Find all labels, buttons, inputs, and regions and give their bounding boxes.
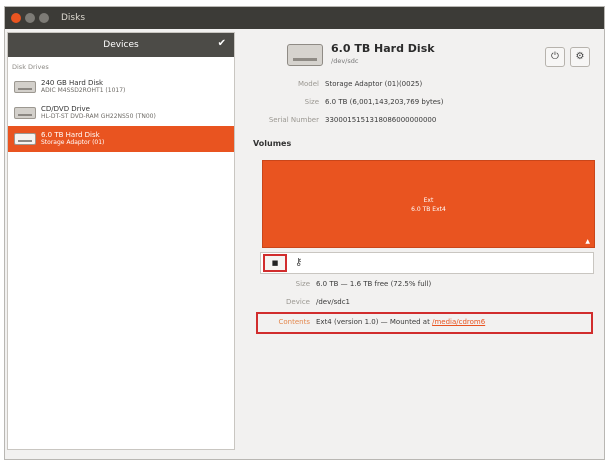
property-row-model: Model Storage Adaptor (01)(0025)	[251, 80, 422, 91]
property-label: Device	[286, 298, 310, 306]
devices-sidebar: Devices ✔ Disk Drives 240 GB Hard Disk A…	[7, 32, 235, 450]
property-value: 6.0 TB — 1.6 TB free (72.5% full)	[316, 280, 432, 288]
close-window-button[interactable]	[11, 13, 21, 23]
drive-name: 6.0 TB Hard Disk	[41, 131, 100, 139]
volume-partition-bar[interactable]: Ext 6.0 TB Ext4 ▲	[262, 160, 595, 248]
drive-model: Storage Adaptor (01)	[41, 139, 105, 146]
mounted-marker-icon: ▲	[585, 238, 590, 245]
disk-drives-section-label: Disk Drives	[12, 63, 49, 71]
drive-model: ADIC M4SSD2ROHT1 (1017)	[41, 87, 126, 94]
devices-header: Devices ✔	[8, 33, 234, 57]
disk-title: 6.0 TB Hard Disk	[331, 42, 435, 55]
hard-disk-icon	[14, 81, 36, 93]
optical-drive-icon	[14, 107, 36, 119]
property-value: 6.0 TB (6,001,143,203,769 bytes)	[325, 98, 444, 106]
sidebar-item-cd-dvd-drive[interactable]: CD/DVD Drive HL-DT-ST DVD-RAM GH22NS50 (…	[8, 100, 234, 126]
drive-options-button[interactable]: ⚙	[570, 47, 590, 67]
unmount-button[interactable]: ■	[263, 254, 287, 272]
disk-device-path: /dev/sdc	[331, 57, 359, 65]
property-row-serial: Serial Number 3300015151318086000000000	[251, 116, 437, 127]
hard-disk-icon	[14, 133, 36, 145]
volume-device-row: Device /dev/sdc1	[242, 298, 350, 309]
volumes-heading: Volumes	[253, 139, 292, 148]
title-bar: Disks	[5, 7, 604, 29]
contents-highlight-annotation	[256, 312, 593, 334]
key-icon[interactable]: ⚷	[295, 257, 302, 268]
property-label: Size	[304, 98, 319, 106]
checkmark-icon[interactable]: ✔	[218, 38, 226, 49]
gear-icon: ⚙	[575, 51, 585, 62]
property-label: Serial Number	[268, 116, 319, 124]
drive-model: HL-DT-ST DVD-RAM GH22NS50 (TN00)	[41, 113, 156, 120]
stop-icon: ■	[271, 259, 279, 267]
drive-name: 240 GB Hard Disk	[41, 79, 104, 87]
property-value: 3300015151318086000000000	[325, 116, 437, 124]
sidebar-item-240gb-hard-disk[interactable]: 240 GB Hard Disk ADIC M4SSD2ROHT1 (1017)	[8, 74, 234, 100]
volume-toolbar: ■ ⚷	[260, 252, 594, 274]
devices-header-label: Devices	[103, 40, 139, 50]
sidebar-item-6tb-hard-disk[interactable]: 6.0 TB Hard Disk Storage Adaptor (01)	[8, 126, 234, 152]
window-title: Disks	[61, 13, 86, 23]
minimize-window-button[interactable]	[25, 13, 35, 23]
property-row-size: Size 6.0 TB (6,001,143,203,769 bytes)	[251, 98, 444, 109]
property-value: /dev/sdc1	[316, 298, 351, 306]
power-icon: ⏻	[551, 51, 559, 62]
power-off-button[interactable]: ⏻	[545, 47, 565, 67]
property-value: Storage Adaptor (01)(0025)	[325, 80, 423, 88]
maximize-window-button[interactable]	[39, 13, 49, 23]
property-label: Size	[295, 280, 310, 288]
property-label: Model	[297, 80, 319, 88]
drive-name: CD/DVD Drive	[41, 105, 90, 113]
hard-disk-icon	[287, 44, 323, 66]
partition-size-label: 6.0 TB Ext4	[411, 206, 446, 213]
volume-size-row: Size 6.0 TB — 1.6 TB free (72.5% full)	[242, 280, 432, 291]
partition-label: Ext	[423, 197, 434, 204]
